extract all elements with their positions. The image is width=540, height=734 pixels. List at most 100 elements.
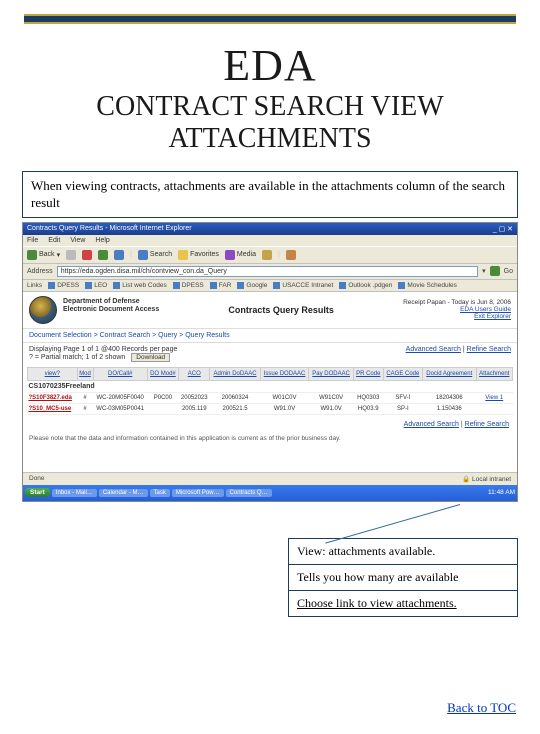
ie-addressbar: Address https://eda.ogden.disa.mil/ch/co… bbox=[23, 264, 517, 280]
media-button[interactable]: Media bbox=[225, 250, 256, 260]
col-aco[interactable]: ACO bbox=[179, 367, 210, 380]
ie-linksbar: Links DPESS LEO List web Codes DPESS FAR… bbox=[23, 280, 517, 292]
bookmark-icon bbox=[273, 282, 280, 289]
search-button[interactable]: Search bbox=[138, 250, 172, 260]
bookmark-icon bbox=[210, 282, 217, 289]
col-pay[interactable]: Pay DODAAC bbox=[309, 367, 353, 380]
mail-icon bbox=[286, 250, 296, 260]
view-link[interactable]: ?S10_MC5-use bbox=[29, 406, 72, 412]
matched-text: ? = Partial match; 1 of 2 shown bbox=[29, 354, 125, 361]
bookmark-outlook[interactable]: Outlook .pdgen bbox=[339, 282, 392, 289]
task-item[interactable]: Inbox - Mail… bbox=[52, 489, 97, 497]
bookmark-movies[interactable]: Movie Schedules bbox=[398, 282, 457, 289]
dropdown-icon[interactable]: ▾ bbox=[482, 267, 486, 275]
refine-search-link-2[interactable]: Refine Search bbox=[465, 421, 509, 428]
start-button[interactable]: Start bbox=[25, 488, 50, 497]
col-admin[interactable]: Admin DoDAAC bbox=[210, 367, 260, 380]
table-header-row: view? Mod DO/Call# DO Mod# ACO Admin DoD… bbox=[28, 367, 513, 380]
ie-statusbar: Done 🔒 Local intranet bbox=[23, 472, 517, 485]
col-cage[interactable]: CAGE Code bbox=[383, 367, 422, 380]
title-block: EDA CONTRACT SEARCH VIEW ATTACHMENTS bbox=[0, 24, 540, 165]
breadcrumb[interactable]: Document Selection > Contract Search > Q… bbox=[23, 329, 517, 343]
bookmark-far[interactable]: FAR bbox=[210, 282, 232, 289]
system-name: Electronic Document Access bbox=[63, 306, 159, 314]
favorites-button[interactable]: Favorites bbox=[178, 250, 219, 260]
bookmark-dpess[interactable]: DPESS bbox=[48, 282, 79, 289]
title-main: EDA bbox=[24, 40, 516, 91]
callout-line2: Tells you how many are available bbox=[289, 564, 517, 590]
users-guide-link[interactable]: EDA Users Guide bbox=[403, 306, 511, 313]
query-title: Contracts Query Results bbox=[159, 305, 403, 315]
history-button[interactable] bbox=[262, 250, 272, 260]
advanced-search-link-2[interactable]: Advanced Search bbox=[404, 421, 459, 428]
results-table: view? Mod DO/Call# DO Mod# ACO Admin DoD… bbox=[27, 367, 513, 415]
page-header: Department of Defense Electronic Documen… bbox=[23, 292, 517, 329]
refresh-button[interactable] bbox=[98, 250, 108, 260]
refresh-icon bbox=[98, 250, 108, 260]
bookmark-icon bbox=[237, 282, 244, 289]
bookmark-icon bbox=[48, 282, 55, 289]
header-right: Receipt Papan - Today is Jun 8, 2006 EDA… bbox=[403, 299, 511, 320]
mail-button[interactable] bbox=[286, 250, 296, 260]
download-button[interactable]: Download bbox=[131, 353, 170, 362]
title-sub: CONTRACT SEARCH VIEW ATTACHMENTS bbox=[24, 91, 516, 155]
menu-help[interactable]: Help bbox=[95, 237, 109, 244]
address-input[interactable]: https://eda.ogden.disa.mil/ch/contview_c… bbox=[57, 266, 478, 277]
search-icon bbox=[138, 250, 148, 260]
star-icon bbox=[178, 250, 188, 260]
user-date: Receipt Papan - Today is Jun 8, 2006 bbox=[403, 299, 511, 306]
view-link[interactable]: ?S10F3827.eda bbox=[29, 395, 72, 401]
go-label[interactable]: Go bbox=[504, 268, 513, 275]
system-tray: 11:48 AM bbox=[488, 489, 515, 496]
status-zone: 🔒 Local intranet bbox=[462, 475, 511, 483]
refine-search-link[interactable]: Refine Search bbox=[467, 346, 511, 353]
menu-file[interactable]: File bbox=[27, 237, 38, 244]
bookmark-icon bbox=[339, 282, 346, 289]
col-view[interactable]: view? bbox=[28, 367, 78, 380]
col-attach[interactable]: Attachment bbox=[476, 367, 512, 380]
clock: 11:48 AM bbox=[488, 489, 515, 496]
go-icon[interactable] bbox=[490, 266, 500, 276]
col-docall[interactable]: DO/Call# bbox=[93, 367, 147, 380]
stop-button[interactable] bbox=[82, 250, 92, 260]
address-label: Address bbox=[27, 268, 53, 275]
task-item[interactable]: Microsoft Pow… bbox=[172, 489, 224, 497]
ie-menubar: File Edit View Help bbox=[23, 235, 517, 246]
ie-toolbar: Back ▾ | Search Favorites Media | bbox=[23, 246, 517, 264]
bookmark-usacce[interactable]: USACCE Intranet bbox=[273, 282, 333, 289]
exit-link[interactable]: Exit Explorer bbox=[403, 313, 511, 320]
task-item[interactable]: Calendar - M… bbox=[99, 489, 148, 497]
bookmark-icon bbox=[113, 282, 120, 289]
header-text: Department of Defense Electronic Documen… bbox=[63, 298, 159, 321]
home-button[interactable] bbox=[114, 250, 124, 260]
back-icon bbox=[27, 250, 37, 260]
menu-edit[interactable]: Edit bbox=[48, 237, 60, 244]
col-issue[interactable]: Issue DODAAC bbox=[260, 367, 309, 380]
task-item[interactable]: Task bbox=[150, 489, 170, 497]
version-label bbox=[63, 314, 159, 322]
col-domod[interactable]: DO Mod# bbox=[147, 367, 178, 380]
bookmark-listweb[interactable]: List web Codes bbox=[113, 282, 166, 289]
advanced-search-link[interactable]: Advanced Search bbox=[406, 346, 461, 353]
status-done: Done bbox=[29, 475, 45, 483]
task-item[interactable]: Contracts Q… bbox=[226, 489, 272, 497]
menu-view[interactable]: View bbox=[70, 237, 85, 244]
forward-button[interactable] bbox=[66, 250, 76, 260]
section-label: CS1070235Freeland bbox=[28, 380, 513, 392]
bookmark-google[interactable]: Google bbox=[237, 282, 267, 289]
col-pr[interactable]: PR Code bbox=[353, 367, 383, 380]
col-docid[interactable]: Docid Agreement bbox=[423, 367, 477, 380]
bookmark-dpess2[interactable]: DPESS bbox=[173, 282, 204, 289]
attachment-view-link[interactable]: View 1 bbox=[485, 395, 503, 401]
home-icon bbox=[114, 250, 124, 260]
embedded-screenshot: Contracts Query Results - Microsoft Inte… bbox=[22, 222, 518, 502]
col-mod[interactable]: Mod bbox=[77, 367, 93, 380]
section-row: CS1070235Freeland bbox=[28, 380, 513, 392]
windows-taskbar: Start Inbox - Mail… Calendar - M… Task M… bbox=[23, 485, 517, 501]
back-button[interactable]: Back ▾ bbox=[27, 250, 60, 260]
window-controls: _ ▢ ✕ bbox=[493, 225, 513, 233]
back-to-toc-link[interactable]: Back to TOC bbox=[447, 700, 516, 716]
history-icon bbox=[262, 250, 272, 260]
bookmark-leo[interactable]: LEO bbox=[85, 282, 107, 289]
bookmark-icon bbox=[173, 282, 180, 289]
